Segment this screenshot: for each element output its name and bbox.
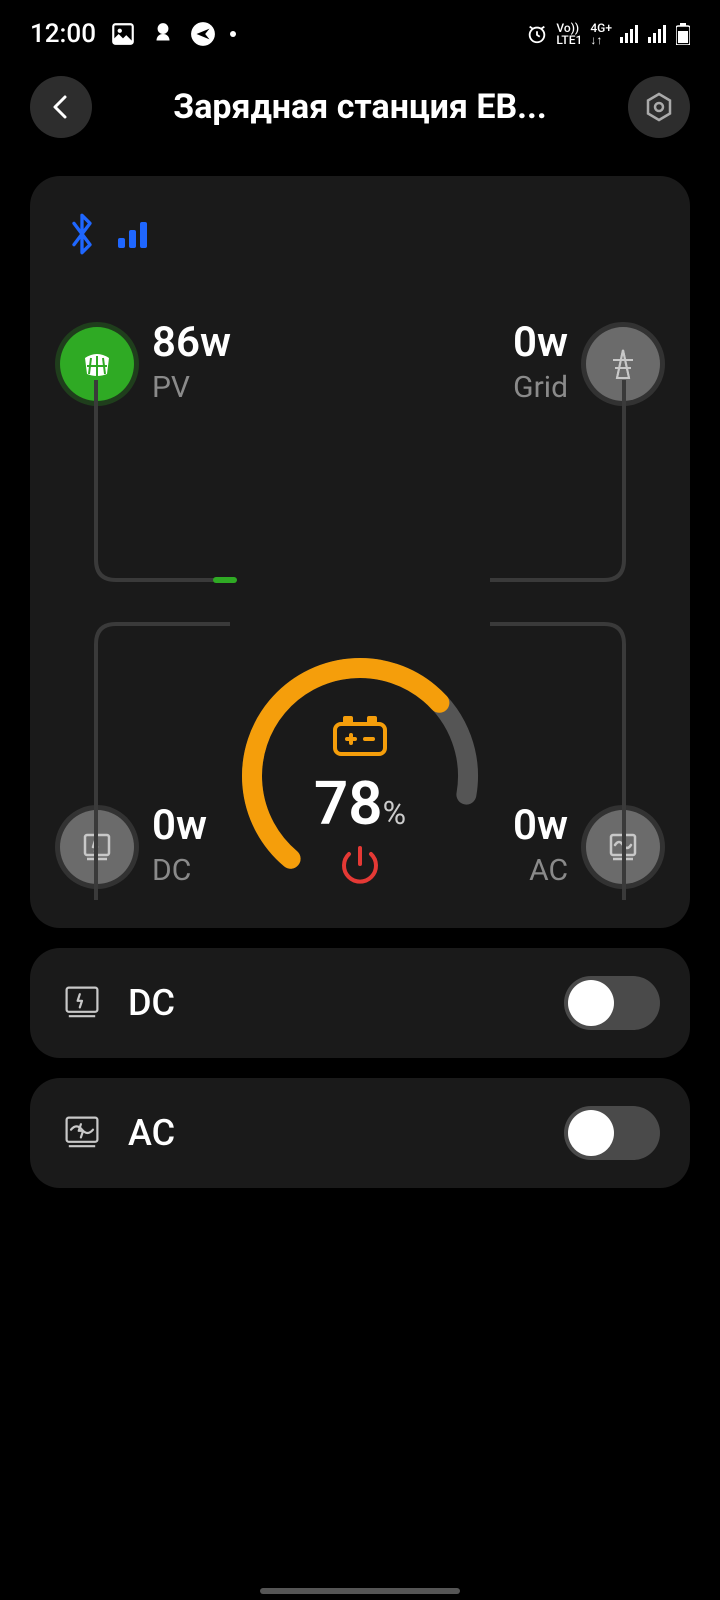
chevron-left-icon	[49, 93, 73, 121]
power-button[interactable]	[331, 836, 389, 894]
status-arrows: ↓↑	[590, 34, 612, 46]
pv-source: 86w PV	[60, 322, 231, 405]
signal-icon-2	[648, 25, 668, 43]
image-icon	[110, 21, 136, 47]
dc-icon	[60, 810, 134, 884]
dc-label: DC	[152, 853, 207, 888]
battery-percent-suffix: %	[383, 794, 406, 832]
pv-icon	[60, 327, 134, 401]
ac-output: 0w AC	[513, 805, 660, 888]
app-header: Зарядная станция EB...	[0, 58, 720, 156]
status-time: 12:00	[30, 19, 96, 49]
send-icon	[190, 21, 216, 47]
settings-button[interactable]	[628, 76, 690, 138]
tower-icon	[603, 344, 643, 384]
ac-toggle-card: AC	[30, 1078, 690, 1188]
pv-label: PV	[152, 370, 231, 405]
input-sources-row: 86w PV 0w Grid	[60, 322, 660, 405]
ac-toggle-icon	[60, 1111, 104, 1155]
grid-icon	[586, 327, 660, 401]
bluetooth-icon	[66, 212, 98, 256]
grid-value: 0w	[513, 322, 568, 364]
grid-source: 0w Grid	[513, 322, 660, 405]
ac-device-icon	[603, 827, 643, 867]
status-right: Vo)) LTE1 4G+ ↓↑	[526, 22, 690, 46]
battery-icon-center	[333, 714, 387, 756]
dc-value: 0w	[152, 805, 207, 847]
alarm-icon	[526, 23, 548, 45]
dc-toggle-card: DC	[30, 948, 690, 1058]
status-bar: 12:00 Vo)) LTE1 4G+ ↓↑	[0, 0, 720, 58]
ac-switch[interactable]	[564, 1106, 660, 1160]
main-status-card: 86w PV 0w Grid	[30, 176, 690, 928]
solar-icon	[77, 344, 117, 384]
dc-toggle-icon	[60, 981, 104, 1025]
signal-bars-icon	[118, 220, 152, 248]
dc-output: 0w DC	[60, 805, 207, 888]
ac-toggle-label: AC	[128, 1112, 175, 1154]
ac-icon	[586, 810, 660, 884]
connection-indicators	[60, 206, 660, 262]
back-button[interactable]	[30, 76, 92, 138]
ac-label: AC	[513, 853, 568, 888]
battery-icon	[676, 23, 690, 45]
ac-value: 0w	[513, 805, 568, 847]
gear-icon	[643, 91, 675, 123]
home-indicator[interactable]	[260, 1588, 460, 1594]
battery-percent: 78	[314, 768, 383, 839]
pv-value: 86w	[152, 322, 231, 364]
dc-device-icon	[77, 827, 117, 867]
status-dot	[230, 31, 236, 37]
dc-switch[interactable]	[564, 976, 660, 1030]
app-icon	[150, 21, 176, 47]
page-title: Зарядная станция EB...	[92, 87, 628, 127]
signal-icon	[620, 25, 640, 43]
status-lte: LTE1	[556, 34, 582, 46]
dc-toggle-label: DC	[128, 982, 175, 1024]
status-left: 12:00	[30, 19, 236, 49]
power-icon	[335, 840, 385, 890]
grid-label: Grid	[513, 370, 568, 405]
